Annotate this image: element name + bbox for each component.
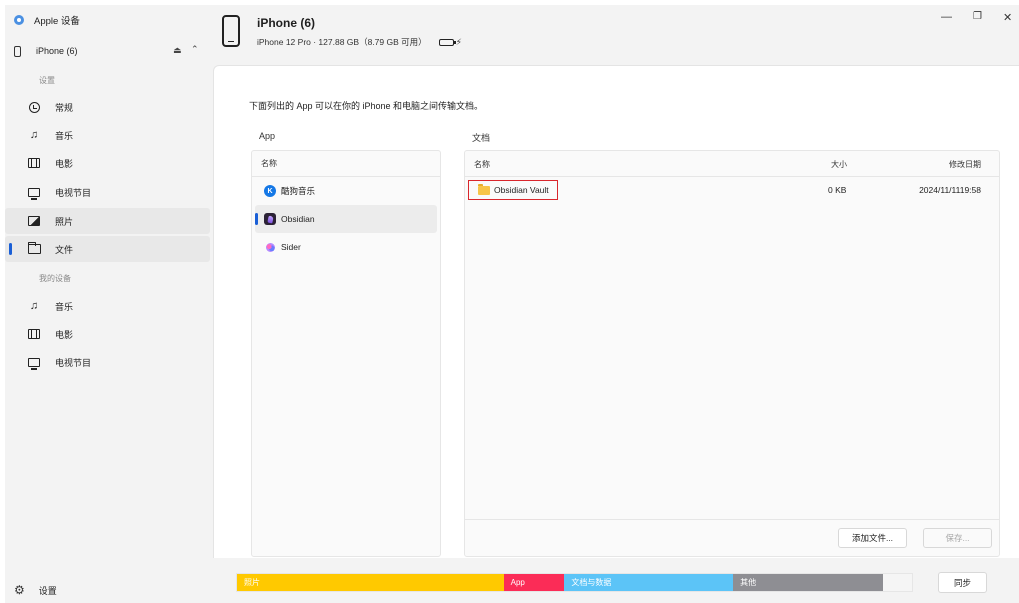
sidebar-item-tv-shows[interactable]: 电视节目 — [5, 179, 210, 205]
sidebar-item-label: 电视节目 — [55, 187, 92, 198]
storage-segment: 照片 — [237, 574, 504, 591]
app-title: Apple 设备 — [14, 13, 80, 27]
docs-column-label: 文档 — [472, 133, 491, 143]
column-header-name[interactable]: 名称 — [474, 151, 490, 177]
document-actions: 添加文件... 保存... — [465, 519, 999, 556]
sidebar-item-label: 电影 — [55, 329, 74, 340]
sidebar-item-device-movies[interactable]: 电影 — [5, 321, 210, 347]
storage-segment-label: 文档与数据 — [571, 578, 612, 587]
column-header-modified[interactable]: 修改日期 — [949, 151, 981, 177]
settings-label: 设置 — [38, 585, 57, 596]
apple-devices-logo-icon — [14, 15, 24, 25]
app-window: Apple 设备 iPhone (6) ⏏ ⌃ 设置 常规 ♫ 音乐 电影 电视… — [5, 5, 1019, 603]
obsidian-icon — [264, 213, 276, 225]
file-name-cell[interactable]: Obsidian Vault — [468, 180, 558, 200]
sidebar-item-label: 文件 — [55, 244, 74, 255]
add-file-button[interactable]: 添加文件... — [838, 528, 907, 548]
app-title-label: Apple 设备 — [34, 16, 80, 27]
tv-icon — [27, 355, 41, 370]
device-header: iPhone (6) iPhone 12 Pro · 127.88 GB（8.7… — [213, 5, 1019, 65]
film-icon — [27, 156, 41, 170]
app-list-item-obsidian[interactable]: Obsidian — [255, 205, 437, 233]
music-note-icon: ♫ — [29, 129, 39, 141]
close-icon[interactable]: ✕ — [1003, 11, 1012, 24]
sidebar-item-movies[interactable]: 电影 — [5, 150, 210, 176]
sidebar-device-iphone[interactable]: iPhone (6) ⏏ ⌃ — [5, 41, 213, 61]
storage-footer: 照片 App 文档与数据 其他 同步 — [213, 558, 1019, 603]
device-info: iPhone 12 Pro · 127.88 GB（8.79 GB 可用） ⚡ — [257, 36, 462, 48]
storage-segment-label: App — [510, 578, 525, 587]
app-list-item-kugou[interactable]: K 酷狗音乐 — [252, 177, 440, 205]
sidebar-item-device-tv-shows[interactable]: 电视节目 — [5, 349, 210, 375]
device-info-text: iPhone 12 Pro · 127.88 GB（8.79 GB 可用） — [257, 37, 427, 47]
device-title: iPhone (6) — [257, 16, 316, 30]
phone-icon — [14, 45, 21, 57]
battery-icon — [438, 38, 456, 46]
sidebar-item-label: 音乐 — [55, 130, 74, 141]
sidebar-item-device-music[interactable]: ♫ 音乐 — [5, 293, 210, 319]
tv-icon — [27, 185, 41, 200]
document-list-header: 名称 大小 修改日期 — [465, 151, 999, 177]
folder-icon — [27, 242, 41, 256]
sidebar-item-photos[interactable]: 照片 — [5, 208, 210, 234]
storage-segment-label: 其他 — [740, 578, 757, 587]
film-icon — [27, 327, 41, 341]
save-button[interactable]: 保存... — [923, 528, 992, 548]
settings-button[interactable]: ⚙ 设置 — [14, 583, 57, 597]
minimize-icon[interactable]: — — [941, 11, 952, 23]
file-name: Obsidian Vault — [494, 185, 549, 195]
storage-segment: 文档与数据 — [564, 574, 734, 591]
column-header-size[interactable]: 大小 — [831, 151, 847, 177]
storage-segment: 其他 — [733, 574, 883, 591]
sidebar: Apple 设备 iPhone (6) ⏏ ⌃ 设置 常规 ♫ 音乐 电影 电视… — [5, 5, 213, 603]
sidebar-item-label: 照片 — [55, 216, 74, 227]
files-panel: 下面列出的 App 可以在你的 iPhone 和电脑之间传输文档。 App 文档… — [213, 65, 1019, 558]
charging-bolt-icon: ⚡ — [455, 36, 462, 47]
music-note-icon: ♫ — [29, 300, 39, 312]
storage-segment-label: 照片 — [244, 578, 260, 587]
eject-icon[interactable]: ⏏ — [173, 45, 182, 56]
app-name: Obsidian — [281, 214, 315, 224]
active-indicator — [255, 213, 258, 225]
sidebar-item-label: 电视节目 — [55, 357, 92, 368]
app-name: 酷狗音乐 — [281, 186, 316, 196]
iphone-icon — [222, 15, 240, 47]
sidebar-item-label: 常规 — [55, 102, 74, 113]
sidebar-item-music[interactable]: ♫ 音乐 — [5, 122, 210, 148]
storage-segment: App — [503, 574, 565, 591]
sidebar-item-label: 电影 — [55, 158, 74, 169]
file-row[interactable]: Obsidian Vault 0 KB 2024/11/1119:58 — [465, 178, 999, 202]
app-name: Sider — [281, 242, 301, 252]
active-indicator — [9, 243, 12, 255]
gear-icon: ⚙ — [14, 583, 25, 597]
app-list: 名称 K 酷狗音乐 Obsidian Sider — [251, 150, 441, 557]
sider-icon — [264, 241, 276, 253]
document-list: 名称 大小 修改日期 Obsidian Vault 0 KB 2024/11/1… — [464, 150, 1000, 557]
kugou-icon: K — [264, 185, 276, 197]
column-header-name: 名称 — [261, 159, 277, 168]
file-modified-date: 2024/11/1119:58 — [919, 185, 981, 195]
file-size: 0 KB — [828, 185, 847, 195]
battery-status: ⚡ — [438, 36, 462, 48]
section-my-devices-label: 我的设备 — [39, 274, 71, 283]
clock-icon — [27, 100, 41, 114]
storage-bar: 照片 App 文档与数据 其他 — [236, 573, 913, 592]
restore-icon[interactable]: ❐ — [973, 11, 982, 22]
app-list-header[interactable]: 名称 — [252, 151, 440, 177]
section-settings-label: 设置 — [39, 76, 55, 85]
chevron-up-icon[interactable]: ⌃ — [191, 44, 199, 55]
app-list-item-sider[interactable]: Sider — [252, 233, 440, 261]
sync-button[interactable]: 同步 — [938, 572, 987, 593]
folder-icon — [478, 183, 490, 195]
sidebar-item-general[interactable]: 常规 — [5, 94, 210, 120]
photo-icon — [27, 214, 41, 228]
description-text: 下面列出的 App 可以在你的 iPhone 和电脑之间传输文档。 — [249, 101, 484, 111]
sidebar-device-label: iPhone (6) — [36, 46, 78, 56]
sidebar-item-label: 音乐 — [55, 301, 74, 312]
app-column-label: App — [259, 131, 276, 141]
sidebar-item-files[interactable]: 文件 — [5, 236, 210, 262]
